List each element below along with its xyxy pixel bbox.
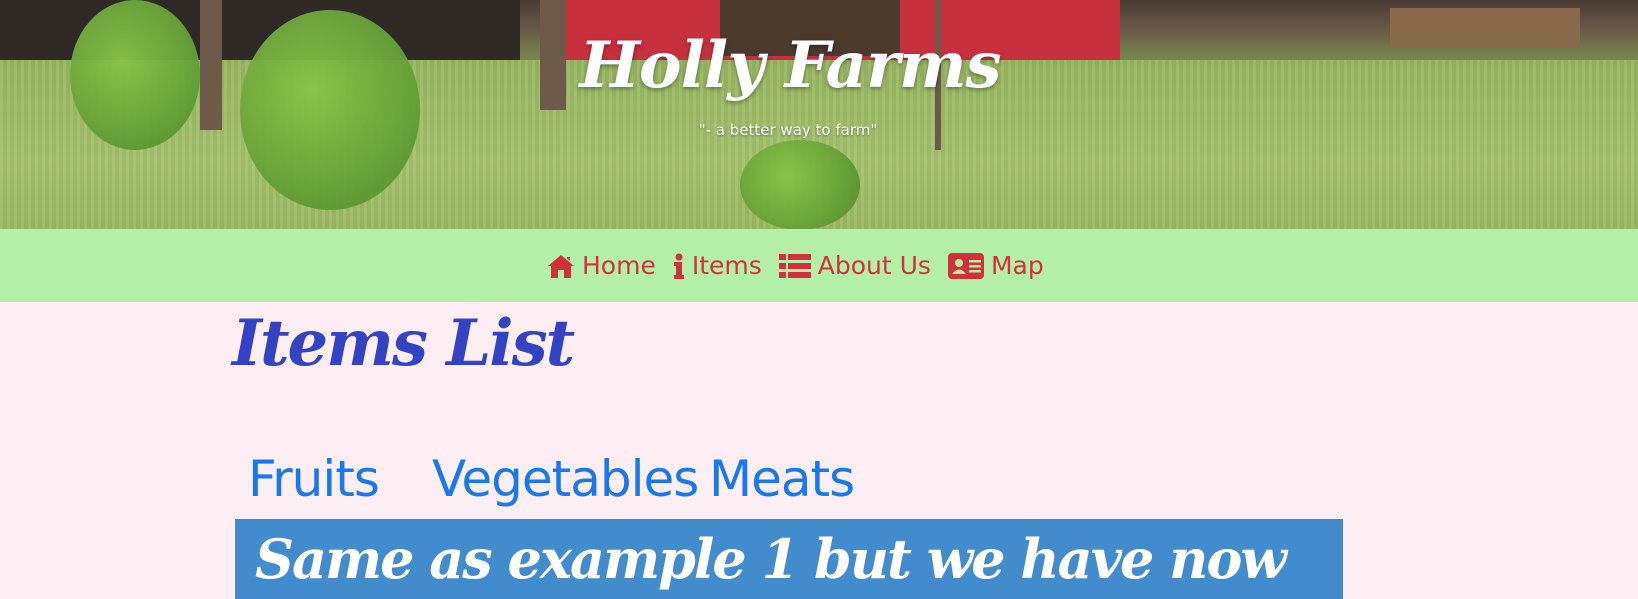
nav-item-map[interactable]: Map [947, 251, 1044, 281]
list-icon [778, 251, 812, 281]
tab-vegetables[interactable]: Vegetables [432, 450, 709, 508]
main-navbar: Home Items About Us Map [0, 229, 1638, 302]
nav-item-items[interactable]: Items [672, 251, 762, 281]
main-content: Items List Fruits Vegetables Meats Same … [0, 302, 1638, 599]
hero-text: Holly Farms "- a better way to farm" [0, 0, 1638, 229]
nav-item-home[interactable]: Home [546, 251, 656, 281]
nav-item-label: About Us [817, 251, 931, 280]
panel-text: Same as example 1 but we have now [255, 527, 1287, 591]
tab-fruits[interactable]: Fruits [248, 450, 432, 508]
site-title: Holly Farms [579, 28, 1001, 103]
nav-item-label: Map [990, 251, 1044, 280]
tab-meats[interactable]: Meats [709, 450, 855, 508]
home-icon [546, 251, 576, 281]
info-icon [672, 251, 686, 281]
nav-item-about-us[interactable]: About Us [778, 251, 931, 281]
hero-banner: Holly Farms "- a better way to farm" [0, 0, 1638, 229]
tab-panel: Same as example 1 but we have now [235, 519, 1343, 599]
id-card-icon [947, 251, 985, 281]
category-tabs: Fruits Vegetables Meats [248, 450, 855, 508]
nav-item-label: Items [691, 251, 762, 280]
nav-item-label: Home [582, 251, 656, 280]
site-tagline: "- a better way to farm" [698, 121, 878, 139]
page-title: Items List [232, 306, 575, 381]
nav-list: Home Items About Us Map [546, 229, 1044, 302]
